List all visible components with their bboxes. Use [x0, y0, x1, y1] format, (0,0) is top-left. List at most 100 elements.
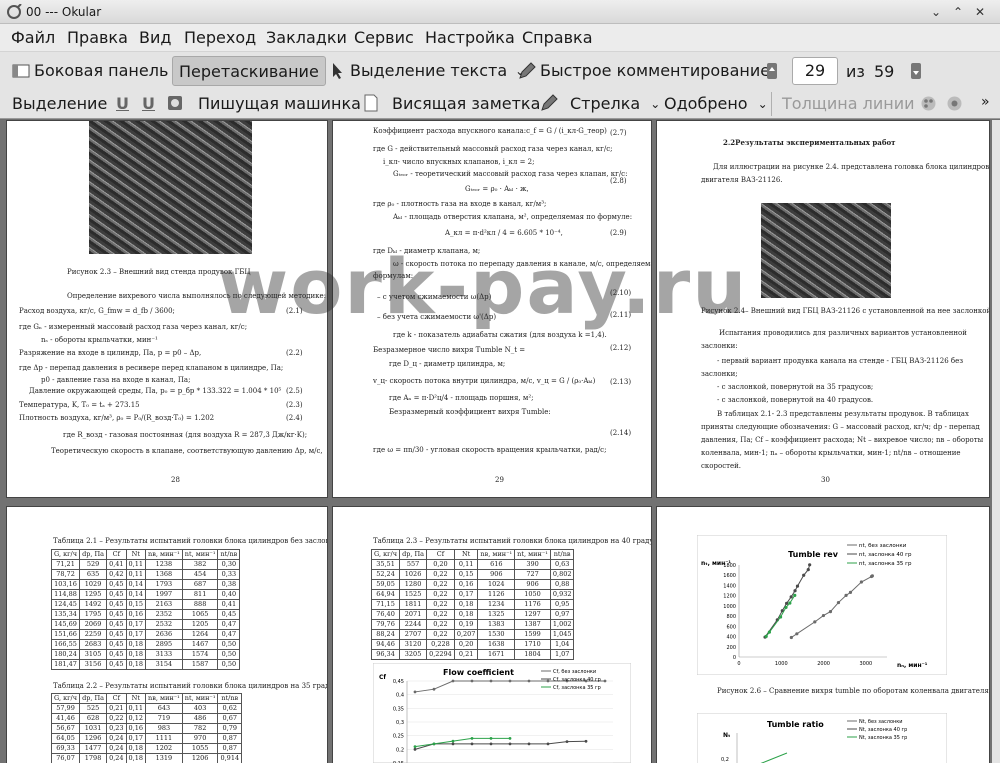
table-cell: 0,50: [217, 649, 241, 660]
table-cell: 3105: [79, 649, 108, 660]
note-icon[interactable]: [363, 94, 379, 112]
squiggle-underline-icon[interactable]: U: [142, 94, 155, 113]
formula-line: где ω = πn/30 - угловая скорость вращени…: [373, 446, 607, 454]
arrow-pen-icon[interactable]: [540, 94, 558, 112]
menu-view[interactable]: Вид: [139, 24, 171, 51]
data-point: [489, 742, 493, 746]
table-cell: 0,22: [426, 599, 455, 610]
text-line: формулам:: [373, 272, 414, 280]
table-cell: 0,932: [549, 589, 575, 600]
table-cell: 0,45: [106, 639, 127, 650]
y-tick-label: 0,45: [393, 679, 404, 685]
table-cell: 0,47: [217, 619, 241, 630]
table-cell: 59,05: [370, 579, 401, 590]
table-cell: 0,22: [426, 569, 455, 580]
table-cell: 0,12: [125, 713, 147, 724]
text-line: давления, Па; Cf – коэффициент расхода; …: [701, 436, 984, 444]
table-cell: 52,24: [370, 569, 401, 580]
table-cell: 124,45: [50, 599, 81, 610]
table-cell: 0,88: [549, 579, 575, 590]
stamp-approved-tool[interactable]: Одобрено ⌄: [664, 94, 768, 113]
x-tick-label: 1000: [775, 661, 788, 667]
table-cell: 2244: [399, 619, 428, 630]
document-view[interactable]: Рисунок 2.3 – Внешний вид стенда продуво…: [0, 120, 1000, 763]
menu-edit[interactable]: Правка: [67, 24, 128, 51]
table-cell: 0,21: [453, 649, 479, 660]
menu-file[interactable]: Файл: [11, 24, 55, 51]
data-point: [432, 687, 436, 691]
table-cell: 2163: [145, 599, 183, 610]
opacity-icon[interactable]: [946, 95, 963, 112]
table-cell: 0,45: [217, 609, 241, 620]
chevron-down-icon[interactable]: ⌄: [758, 97, 768, 111]
line-width-tool[interactable]: Толщина линии: [782, 94, 915, 113]
table-cell: 0,2294: [426, 649, 455, 660]
table-row: 96,34 3205 0,2294 0,21 1671 1804 1,07: [370, 649, 575, 660]
legend-entry: Cf, заслонка 40 гр: [553, 677, 601, 683]
table-row: 69,33 1477 0,24 0,18 1202 1055 0,87: [50, 743, 243, 754]
table-cell: 719: [145, 713, 183, 724]
arrow-tool[interactable]: Стрелка ⌄: [570, 94, 660, 113]
table-cell: 0,19: [453, 619, 479, 630]
table-cell: 2532: [145, 619, 183, 630]
menu-help[interactable]: Справка: [522, 24, 593, 51]
menu-bookmarks[interactable]: Закладки: [266, 24, 347, 51]
sidebar-button[interactable]: Боковая панель: [12, 61, 168, 80]
chevron-down-icon[interactable]: ⌄: [650, 97, 660, 111]
formula-line: Давление окружающей среды, Па, p₀ = p_бр…: [29, 387, 282, 395]
y-tick-label: 200: [726, 645, 736, 651]
text-line: Определение вихревого числа выполнялось …: [67, 292, 327, 300]
data-point: [789, 635, 793, 640]
section-heading: 2.2Результаты экспериментальных работ: [723, 138, 896, 147]
table-cell: 1029: [79, 579, 108, 590]
drag-mode-button[interactable]: Перетаскивание: [172, 56, 326, 86]
table-cell: 0,20: [426, 559, 455, 570]
select-tool[interactable]: Выделение: [12, 94, 107, 113]
table-header-cell: Nt: [453, 549, 479, 560]
minimize-icon[interactable]: ⌄: [928, 4, 944, 20]
table-cell: 0,47: [217, 629, 241, 640]
y-tick-label: 600: [726, 624, 736, 630]
text-select-button[interactable]: Выделение текста ⌄: [328, 61, 525, 80]
table-cell: 0,18: [453, 609, 479, 620]
page-up-icon[interactable]: [766, 62, 778, 80]
table-cell: 0,33: [217, 569, 241, 580]
menu-settings[interactable]: Настройка: [425, 24, 515, 51]
table-cell: 454: [181, 569, 219, 580]
y-tick-label: 1400: [723, 583, 736, 589]
table-row: 71,21 529 0,41 0,11 1238 382 0,30: [50, 559, 241, 570]
page-total-label: 59: [874, 62, 895, 81]
table-cell: 64,05: [50, 733, 81, 744]
stamp-icon[interactable]: [166, 94, 184, 112]
table-header-cell: dp, Па: [399, 549, 428, 560]
y-tick-label: 0,4: [396, 693, 404, 699]
table-cell: 0,45: [106, 579, 127, 590]
text-line: - первый вариант продувка канала на стен…: [717, 357, 964, 365]
typewriter-tool[interactable]: Пишущая машинка: [198, 94, 361, 113]
sticky-note-tool[interactable]: Висящая заметка: [392, 94, 540, 113]
table-cell: 0,17: [453, 589, 479, 600]
table-cell: 3156: [79, 659, 108, 670]
close-icon[interactable]: ✕: [972, 4, 988, 20]
table-cell: 2707: [399, 629, 428, 640]
table-cell: 382: [181, 559, 219, 570]
quick-comment-button[interactable]: Быстрое комментирование: [518, 61, 770, 80]
table-cell: 1,07: [549, 649, 575, 660]
underline-icon[interactable]: U: [116, 94, 129, 113]
table-cell: 0,207: [453, 629, 479, 640]
data-point: [527, 742, 531, 746]
menu-go[interactable]: Переход: [184, 24, 256, 51]
table-cell: 180,24: [50, 649, 81, 660]
legend-entry: Cf, без заслонки: [553, 669, 596, 675]
y-tick-label: 0: [733, 655, 736, 661]
table-cell: 96,34: [370, 649, 401, 660]
page-number-input[interactable]: 29: [792, 57, 838, 85]
menu-tools[interactable]: Сервис: [354, 24, 414, 51]
more-tools-icon[interactable]: »: [981, 94, 990, 110]
maximize-icon[interactable]: ⌃: [950, 4, 966, 20]
data-point: [806, 568, 810, 572]
vertical-scrollbar[interactable]: [992, 120, 1000, 763]
color-palette-icon[interactable]: [920, 95, 937, 112]
page-down-icon[interactable]: [910, 62, 922, 80]
table-cell: 970: [181, 733, 219, 744]
